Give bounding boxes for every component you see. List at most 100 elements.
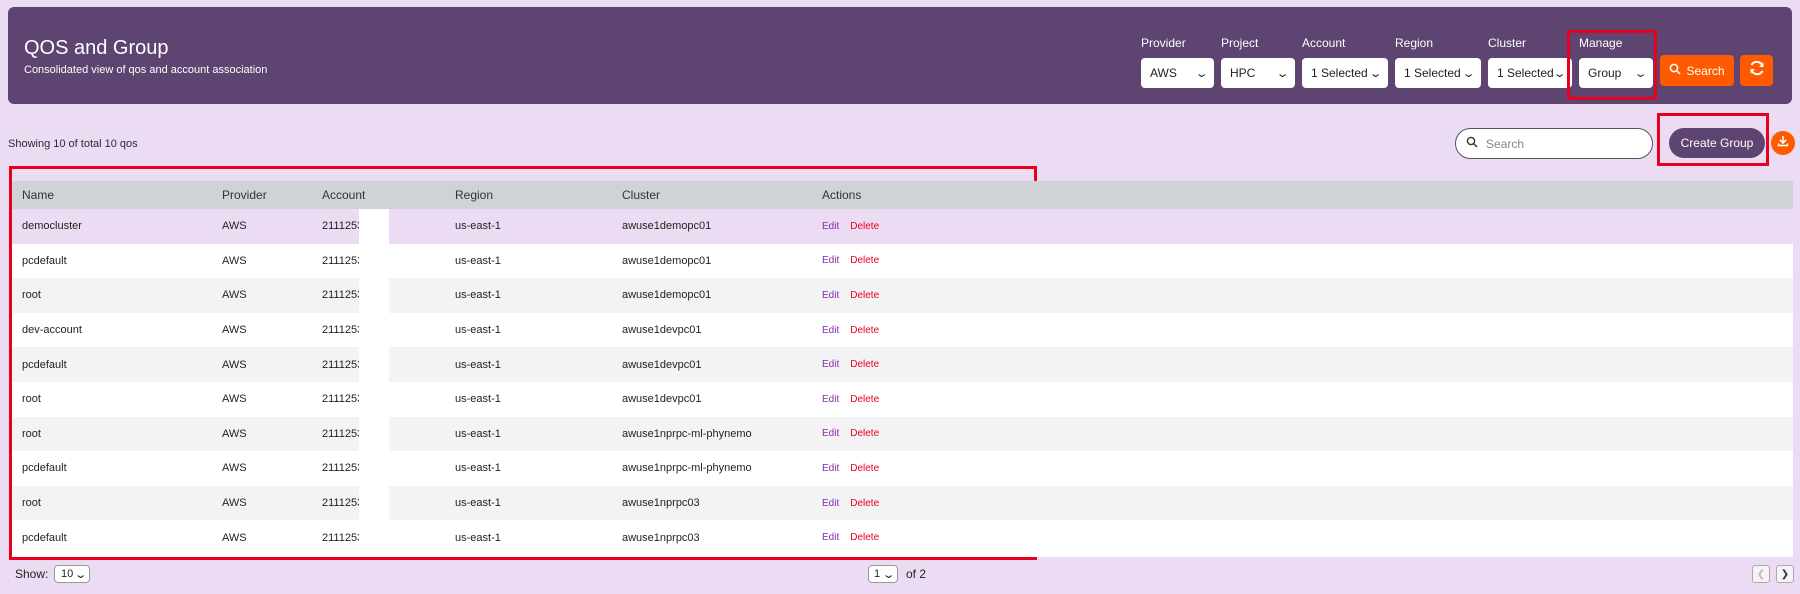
cell-cluster: awuse1demopc01 [622, 254, 712, 267]
delete-link[interactable]: Delete [850, 255, 879, 266]
column-header-account: Account [322, 188, 366, 202]
page-size-select[interactable]: 10 ⌄ [54, 565, 90, 583]
cell-provider: AWS [222, 289, 247, 302]
cell-region: us-east-1 [455, 324, 501, 337]
download-button[interactable] [1771, 131, 1795, 155]
region-select[interactable]: 1 Selected ⌄ [1395, 58, 1481, 88]
page-size-value: 10 [61, 568, 74, 580]
cluster-select-value: 1 Selected [1497, 66, 1554, 80]
prev-page-button[interactable]: ❮ [1752, 565, 1770, 583]
cell-name: pcdefault [22, 462, 67, 475]
refresh-icon [1748, 59, 1766, 82]
cell-account: 2111253 [322, 254, 364, 267]
search-button-label: Search [1686, 63, 1725, 78]
page-size-label: Show: [15, 567, 49, 581]
page-number-select[interactable]: 1 ⌄ [868, 565, 898, 583]
filter-cluster: Cluster 1 Selected ⌄ [1488, 36, 1572, 88]
cell-provider: AWS [222, 531, 247, 544]
edit-link[interactable]: Edit [822, 290, 839, 301]
chevron-down-icon: ⌄ [1194, 67, 1209, 80]
cell-name: dev-account [22, 324, 82, 337]
search-input[interactable] [1486, 136, 1636, 151]
project-select[interactable]: HPC ⌄ [1221, 58, 1295, 88]
row-actions: Edit Delete [822, 463, 879, 474]
row-actions: Edit Delete [822, 428, 879, 439]
cell-cluster: awuse1devpc01 [622, 358, 702, 371]
edit-link[interactable]: Edit [822, 428, 839, 439]
cell-name: pcdefault [22, 531, 67, 544]
table-row: root AWS 2111253 us-east-1 awuse1demopc01 Edi… [12, 278, 1793, 313]
cell-account: 2111253 [322, 289, 364, 302]
delete-link[interactable]: Delete [850, 463, 879, 474]
page-subtitle: Consolidated view of qos and account ass… [24, 64, 268, 76]
region-select-value: 1 Selected [1404, 66, 1461, 80]
column-header-provider: Provider [222, 188, 267, 202]
delete-link[interactable]: Delete [850, 290, 879, 301]
edit-link[interactable]: Edit [822, 532, 839, 543]
search-icon [1669, 63, 1682, 78]
edit-link[interactable]: Edit [822, 221, 839, 232]
cell-region: us-east-1 [455, 462, 501, 475]
page-number-value: 1 [874, 568, 881, 580]
cell-cluster: awuse1nprpc03 [622, 497, 700, 510]
cell-account: 2111253 [322, 462, 364, 475]
cell-provider: AWS [222, 427, 247, 440]
provider-select[interactable]: AWS ⌄ [1141, 58, 1214, 88]
column-header-cluster: Cluster [622, 188, 661, 202]
filter-account-label: Account [1302, 36, 1346, 50]
qos-table: Name Provider Account Region Cluster Act… [12, 181, 1793, 557]
download-icon [1776, 134, 1790, 153]
chevron-down-icon: ⌄ [1368, 67, 1383, 80]
chevron-down-icon: ⌄ [1461, 67, 1476, 80]
cell-region: us-east-1 [455, 358, 501, 371]
delete-link[interactable]: Delete [850, 498, 879, 509]
create-group-button[interactable]: Create Group [1669, 128, 1765, 158]
row-actions: Edit Delete [822, 325, 879, 336]
cell-cluster: awuse1nprpc03 [622, 531, 700, 544]
cell-provider: AWS [222, 358, 247, 371]
refresh-button[interactable] [1740, 55, 1773, 86]
search-icon [1466, 135, 1478, 153]
filter-account: Account 1 Selected ⌄ [1302, 36, 1388, 88]
cell-provider: AWS [222, 462, 247, 475]
cell-region: us-east-1 [455, 220, 501, 233]
edit-link[interactable]: Edit [822, 255, 839, 266]
chevron-down-icon: ⌄ [73, 568, 88, 581]
cell-account: 2111253 [322, 324, 364, 337]
cell-cluster: awuse1demopc01 [622, 289, 712, 302]
cell-account: 2111253 [322, 220, 364, 233]
column-header-region: Region [455, 188, 494, 202]
next-page-button[interactable]: ❯ [1776, 565, 1794, 583]
delete-link[interactable]: Delete [850, 532, 879, 543]
cell-region: us-east-1 [455, 289, 501, 302]
filter-provider-label: Provider [1141, 36, 1186, 50]
column-header-actions: Actions [822, 188, 862, 202]
delete-link[interactable]: Delete [850, 428, 879, 439]
delete-link[interactable]: Delete [850, 359, 879, 370]
delete-link[interactable]: Delete [850, 394, 879, 405]
provider-select-value: AWS [1150, 66, 1177, 80]
cell-provider: AWS [222, 220, 247, 233]
search-button[interactable]: Search [1660, 55, 1734, 86]
cluster-select[interactable]: 1 Selected ⌄ [1488, 58, 1572, 88]
table-row: pcdefault AWS 2111253 us-east-1 awuse1demopc… [12, 243, 1793, 279]
chevron-right-icon: ❯ [1780, 568, 1790, 580]
delete-link[interactable]: Delete [850, 325, 879, 336]
column-header-name: Name [22, 188, 55, 202]
row-actions: Edit Delete [822, 394, 879, 405]
delete-link[interactable]: Delete [850, 221, 879, 232]
chevron-down-icon: ⌄ [881, 568, 896, 581]
edit-link[interactable]: Edit [822, 498, 839, 509]
edit-link[interactable]: Edit [822, 325, 839, 336]
cell-region: us-east-1 [455, 497, 501, 510]
edit-link[interactable]: Edit [822, 463, 839, 474]
table-row: democluster AWS 2111253 us-east-1 awuse1demo… [12, 209, 1793, 244]
search-field[interactable] [1455, 128, 1653, 159]
cell-account: 2111253 [322, 358, 364, 371]
edit-link[interactable]: Edit [822, 359, 839, 370]
account-select[interactable]: 1 Selected ⌄ [1302, 58, 1388, 88]
edit-link[interactable]: Edit [822, 394, 839, 405]
cell-account: 2111253 [322, 427, 364, 440]
cell-cluster: awuse1nprpc-ml-phynemo [622, 427, 752, 440]
record-count-text: Showing 10 of total 10 qos [8, 138, 138, 150]
